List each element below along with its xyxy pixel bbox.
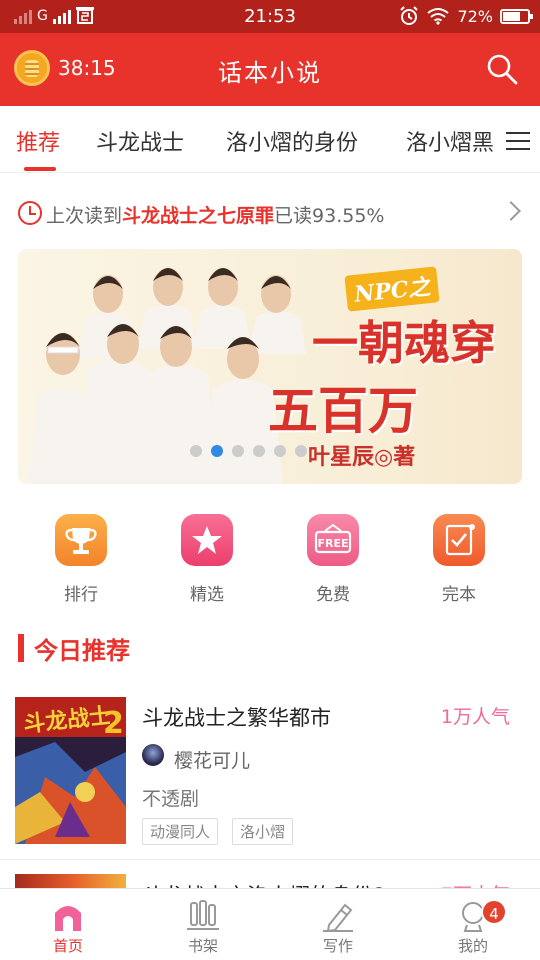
book-card[interactable]: 斗龙战士 2 斗龙战士之繁华都市 1万人气 樱花可儿 不透剧 动漫同人 洛小熠: [0, 680, 540, 860]
nav-label: 写作: [322, 937, 353, 955]
active-tab-indicator: [24, 167, 56, 171]
clock-icon: [18, 201, 42, 225]
carousel-dot[interactable]: [253, 445, 265, 457]
nav-profile[interactable]: 我的 4: [423, 889, 523, 960]
svg-text:FREE: FREE: [317, 537, 348, 550]
category-label: 精选: [190, 585, 224, 605]
free-tag-icon: FREE: [307, 514, 359, 566]
category-completed[interactable]: 完本: [419, 514, 499, 605]
nav-label: 首页: [52, 937, 83, 955]
nav-label: 书架: [187, 937, 218, 955]
home-icon: [51, 899, 85, 933]
svg-text:2: 2: [103, 706, 124, 741]
author-name[interactable]: 樱花可儿: [174, 746, 250, 773]
carousel-dot[interactable]: [232, 445, 244, 457]
last-read-bar[interactable]: 上次读到斗龙战士之七原罪已读93.55%: [0, 192, 540, 236]
search-icon[interactable]: [486, 53, 518, 85]
banner-title-line2: 五百万: [268, 381, 418, 440]
book-status: 不透剧: [142, 788, 200, 810]
alarm-icon: [400, 6, 419, 25]
nav-write[interactable]: 写作: [288, 889, 388, 960]
trophy-icon: [55, 514, 107, 566]
category-ranking[interactable]: 排行: [41, 514, 121, 605]
tab-doulong[interactable]: 斗龙战士: [96, 125, 184, 157]
category-shortcuts: 排行 精选 FREE 免费 完本: [0, 514, 540, 609]
section-title: 今日推荐: [34, 636, 130, 665]
checklist-icon: [433, 514, 485, 566]
banner-author: 叶星辰◎著: [308, 445, 416, 470]
popularity: 1万人气: [440, 706, 510, 728]
category-label: 免费: [316, 585, 350, 605]
category-label: 排行: [64, 585, 98, 605]
last-read-progress: 已读93.55%: [274, 205, 385, 227]
author-avatar: [142, 744, 164, 766]
star-icon: [181, 514, 233, 566]
bookshelf-icon: [186, 899, 220, 933]
book-tag[interactable]: 洛小熠: [232, 818, 294, 845]
battery-icon: [500, 8, 533, 24]
bottom-nav: 首页 书架 写作 我的 4: [0, 888, 540, 960]
last-read-prefix: 上次读到: [46, 205, 123, 227]
tab-luo-identity[interactable]: 洛小熠的身份: [226, 125, 358, 157]
chevron-right-icon[interactable]: [501, 201, 521, 221]
app-title: 话本小说: [218, 59, 322, 87]
section-header: 今日推荐: [18, 632, 130, 665]
status-bar: G 21:53 72%: [0, 0, 540, 33]
category-featured[interactable]: 精选: [167, 514, 247, 605]
nav-home[interactable]: 首页: [18, 889, 118, 960]
wifi-icon: [427, 8, 450, 25]
carousel-dot[interactable]: [190, 445, 202, 457]
tab-recommend[interactable]: 推荐: [16, 125, 60, 157]
carousel-dot[interactable]: [295, 445, 307, 457]
battery-percent: 72%: [457, 6, 493, 26]
last-read-text: 上次读到斗龙战士之七原罪已读93.55%: [46, 201, 384, 228]
nav-bookshelf[interactable]: 书架: [153, 889, 253, 960]
category-free[interactable]: FREE 免费: [293, 514, 373, 605]
last-read-book[interactable]: 斗龙战士之七原罪: [122, 205, 274, 227]
pen-icon: [321, 899, 355, 933]
banner-badge: NPC之: [344, 266, 440, 312]
carousel-dots: [190, 445, 307, 457]
nav-label: 我的: [457, 937, 488, 955]
book-tag[interactable]: 动漫同人: [142, 818, 219, 845]
section-accent-bar: [18, 634, 24, 662]
carousel-dot[interactable]: [274, 445, 286, 457]
book-cover[interactable]: 斗龙战士 2: [15, 697, 126, 844]
notification-badge: 4: [481, 899, 507, 925]
carousel-dot[interactable]: [211, 445, 223, 457]
promo-banner[interactable]: NPC之 一朝魂穿 五百万 叶星辰◎著: [18, 249, 522, 484]
category-tabs: 推荐 斗龙战士 洛小熠的身份 洛小熠黑: [0, 106, 540, 173]
app-header: 38:15 话本小说: [0, 33, 540, 106]
category-label: 完本: [442, 585, 476, 605]
banner-title-line1: 一朝魂穿: [312, 316, 496, 370]
tab-luo-black[interactable]: 洛小熠黑: [406, 125, 494, 157]
book-title[interactable]: 斗龙战士之繁华都市: [142, 702, 331, 732]
status-right: 72%: [399, 6, 533, 26]
menu-icon[interactable]: [506, 132, 530, 150]
